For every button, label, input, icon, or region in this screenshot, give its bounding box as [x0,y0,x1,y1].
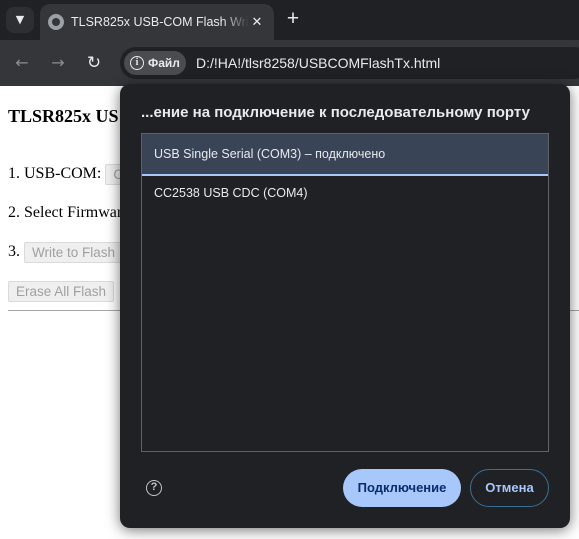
connect-button[interactable]: Подключение [343,469,461,507]
step1-row: 1. USB-COM: C [8,164,132,185]
page-title: TLSR825x US [8,106,119,126]
browser-tab[interactable]: TLSR825x USB-COM Flash Writer ✕ [40,4,274,40]
step3-row: 3. Write to Flash [8,242,124,263]
step2-label: 2. Select Firmwar [8,204,123,221]
info-icon: i [130,56,144,70]
plus-icon[interactable]: + [282,8,304,30]
dialog-title: ...ение на подключение к последовательно… [141,104,530,121]
cancel-button[interactable]: Отмена [470,469,549,507]
address-bar[interactable]: i Файл D:/!HA!/tlsr8258/USBCOMFlashTx.ht… [120,47,579,79]
port-item-com3[interactable]: USB Single Serial (COM3) – подключено [142,134,548,176]
step3-label: 3. [8,243,20,261]
chevron-down-icon[interactable]: ▼ [6,7,34,33]
port-item-com4[interactable]: CC2538 USB CDC (COM4) [142,175,548,211]
tab-strip: ▼ TLSR825x USB-COM Flash Writer ✕ + [0,0,579,40]
erase-flash-button[interactable]: Erase All Flash [8,281,115,302]
port-list: USB Single Serial (COM3) – подключено CC… [141,133,549,452]
url-text[interactable]: D:/!HA!/tlsr8258/USBCOMFlashTx.html [196,47,440,79]
arrow-right-icon[interactable]: → [45,50,71,76]
reload-icon[interactable]: ↻ [81,50,107,76]
step2-row: 2. Select Firmwar [8,204,122,222]
step1-label: 1. USB-COM: [8,165,102,183]
question-circle-icon[interactable]: ? [146,480,162,496]
browser-toolbar: ← → ↻ i Файл D:/!HA!/tlsr8258/USBCOMFlas… [0,40,579,86]
write-flash-button[interactable]: Write to Flash [24,242,124,263]
close-icon[interactable]: ✕ [248,13,266,31]
globe-icon [48,14,64,30]
serial-port-dialog: ...ение на подключение к последовательно… [120,84,570,528]
arrow-left-icon[interactable]: ← [9,50,35,76]
site-info-chip[interactable]: i Файл [124,51,186,75]
tab-title: TLSR825x USB-COM Flash Writer [71,15,249,29]
erase-row: Erase All Flash [8,281,115,302]
file-chip-label: Файл [148,56,180,70]
